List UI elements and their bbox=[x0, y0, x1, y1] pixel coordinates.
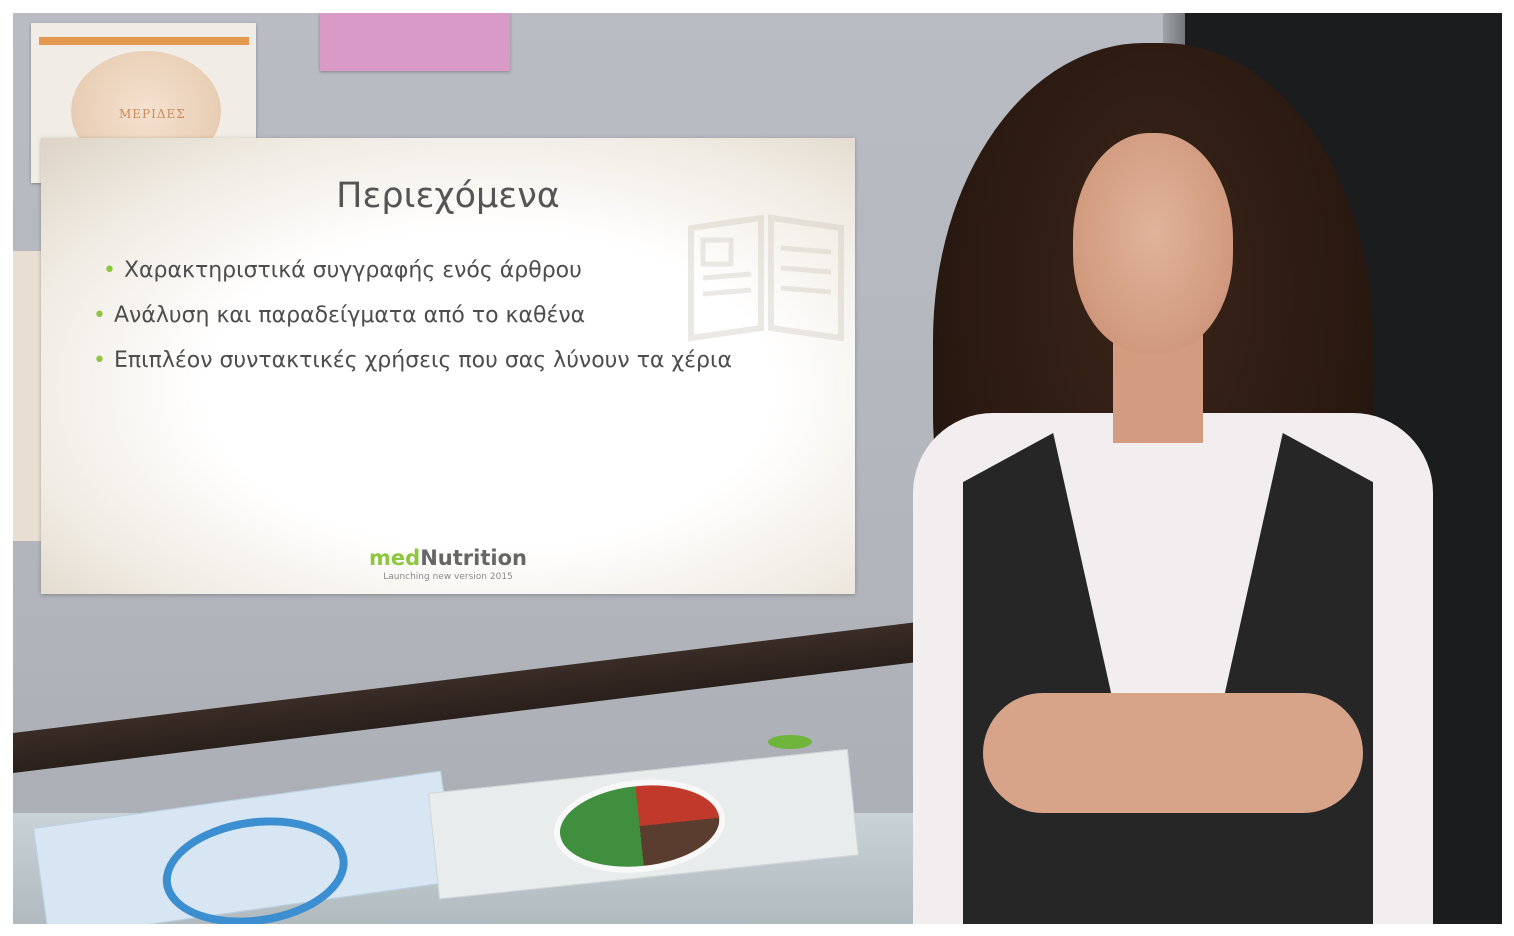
presenter bbox=[873, 13, 1433, 924]
bullet-dot-icon: • bbox=[93, 303, 106, 328]
slide-bullet: • Ανάλυση και παραδείγματα από το καθένα bbox=[93, 303, 732, 328]
brand-logo: medNutrition Launching new version 2015 bbox=[41, 546, 855, 582]
poster-strip bbox=[39, 37, 249, 45]
counter-top bbox=[13, 610, 1013, 773]
brand-med: med bbox=[369, 546, 421, 570]
presenter-hands bbox=[983, 693, 1363, 813]
presenter-face bbox=[1073, 133, 1233, 353]
presentation-slide: Περιεχόμενα • Χαρακτηριστικά συγγραφής εν… bbox=[41, 138, 855, 594]
brand-wordmark: medNutrition bbox=[369, 546, 527, 570]
poster-pink bbox=[320, 13, 510, 71]
poster-label: ΜΕΡΙΔΕΣ bbox=[119, 107, 186, 121]
bullet-dot-icon: • bbox=[103, 258, 116, 283]
green-coaster bbox=[768, 735, 812, 749]
slide-bullet-text: Χαρακτηριστικά συγγραφής ενός άρθρου bbox=[123, 258, 582, 283]
poster-side bbox=[13, 251, 43, 541]
slide-bullet-text: Επιπλέον συντακτικές χρήσεις που σας λύν… bbox=[113, 348, 732, 373]
video-frame: ΜΕΡΙΔΕΣ Περιεχόμενα • Χαρακτηριστικά συγγ… bbox=[13, 13, 1502, 924]
brand-nutrition: Nutrition bbox=[420, 546, 527, 570]
brand-tagline: Launching new version 2015 bbox=[383, 572, 513, 582]
slide-bullet-text: Ανάλυση και παραδείγματα από το καθένα bbox=[113, 303, 586, 328]
slide-bullet: • Επιπλέον συντακτικές χρήσεις που σας λύ… bbox=[93, 348, 732, 373]
bullet-dot-icon: • bbox=[93, 348, 106, 373]
plate-chart-icon bbox=[549, 771, 730, 881]
slide-bullet: • Χαρακτηριστικά συγγραφής ενός άρθρου bbox=[103, 258, 732, 283]
slide-bullet-list: • Χαρακτηριστικά συγγραφής ενός άρθρου • Α… bbox=[93, 258, 732, 393]
